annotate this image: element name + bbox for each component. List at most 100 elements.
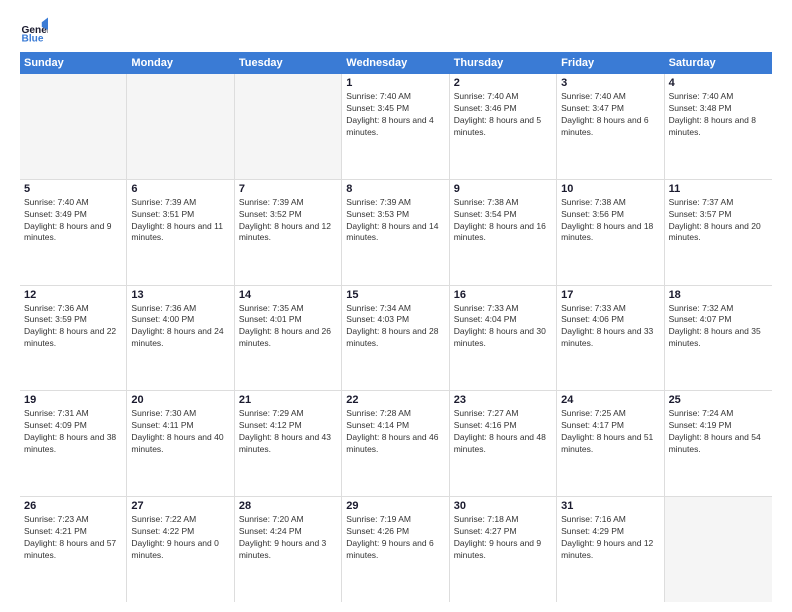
calendar-cell: 3 Sunrise: 7:40 AMSunset: 3:47 PMDaylight…	[557, 74, 664, 179]
cell-info: Sunrise: 7:36 AMSunset: 3:59 PMDaylight:…	[24, 303, 122, 351]
cell-info: Sunrise: 7:34 AMSunset: 4:03 PMDaylight:…	[346, 303, 444, 351]
cell-info: Sunrise: 7:39 AMSunset: 3:52 PMDaylight:…	[239, 197, 337, 245]
day-number: 10	[561, 183, 659, 195]
cell-info: Sunrise: 7:39 AMSunset: 3:53 PMDaylight:…	[346, 197, 444, 245]
calendar-cell: 16 Sunrise: 7:33 AMSunset: 4:04 PMDayligh…	[450, 286, 557, 391]
day-number: 7	[239, 183, 337, 195]
cell-info: Sunrise: 7:40 AMSunset: 3:45 PMDaylight:…	[346, 91, 444, 139]
cell-info: Sunrise: 7:39 AMSunset: 3:51 PMDaylight:…	[131, 197, 229, 245]
calendar-cell	[665, 497, 772, 602]
day-number: 9	[454, 183, 552, 195]
calendar-row: 5Sunrise: 7:40 AMSunset: 3:49 PMDaylight…	[20, 180, 772, 286]
calendar-cell: 12 Sunrise: 7:36 AMSunset: 3:59 PMDayligh…	[20, 286, 127, 391]
calendar-cell: 24Sunrise: 7:25 AMSunset: 4:17 PMDayligh…	[557, 391, 664, 496]
day-number: 31	[561, 500, 659, 512]
weekday-header: Sunday	[20, 52, 127, 74]
day-number: 15	[346, 289, 444, 301]
day-number: 23	[454, 394, 552, 406]
cell-info: Sunrise: 7:33 AMSunset: 4:04 PMDaylight:…	[454, 303, 552, 351]
calendar-cell	[20, 74, 127, 179]
calendar-cell: 21 Sunrise: 7:29 AMSunset: 4:12 PMDayligh…	[235, 391, 342, 496]
logo: General Blue	[20, 16, 52, 44]
day-number: 28	[239, 500, 337, 512]
day-number: 20	[131, 394, 229, 406]
calendar-cell: 30 Sunrise: 7:18 AMSunset: 4:27 PMDayligh…	[450, 497, 557, 602]
day-number: 11	[669, 183, 768, 195]
day-number: 24	[561, 394, 659, 406]
cell-info: Sunrise: 7:22 AMSunset: 4:22 PMDaylight:…	[131, 514, 229, 562]
weekday-header: Thursday	[450, 52, 557, 74]
calendar-cell: 17 Sunrise: 7:33 AMSunset: 4:06 PMDayligh…	[557, 286, 664, 391]
day-number: 4	[669, 77, 768, 89]
cell-info: Sunrise: 7:31 AMSunset: 4:09 PMDaylight:…	[24, 408, 122, 456]
calendar-cell: 20 Sunrise: 7:30 AMSunset: 4:11 PMDayligh…	[127, 391, 234, 496]
cell-info: Sunrise: 7:40 AMSunset: 3:47 PMDaylight:…	[561, 91, 659, 139]
calendar-cell: 18Sunrise: 7:32 AMSunset: 4:07 PMDayligh…	[665, 286, 772, 391]
cell-info: Sunrise: 7:18 AMSunset: 4:27 PMDaylight:…	[454, 514, 552, 562]
cell-info: Sunrise: 7:30 AMSunset: 4:11 PMDaylight:…	[131, 408, 229, 456]
calendar-row: 26 Sunrise: 7:23 AMSunset: 4:21 PMDayligh…	[20, 497, 772, 602]
calendar-cell: 26 Sunrise: 7:23 AMSunset: 4:21 PMDayligh…	[20, 497, 127, 602]
calendar-body: 1 Sunrise: 7:40 AMSunset: 3:45 PMDaylight…	[20, 74, 772, 602]
weekday-header: Friday	[557, 52, 664, 74]
calendar-cell: 1 Sunrise: 7:40 AMSunset: 3:45 PMDaylight…	[342, 74, 449, 179]
calendar: SundayMondayTuesdayWednesdayThursdayFrid…	[20, 52, 772, 602]
calendar-cell: 10 Sunrise: 7:38 AMSunset: 3:56 PMDayligh…	[557, 180, 664, 285]
calendar-cell: 25 Sunrise: 7:24 AMSunset: 4:19 PMDayligh…	[665, 391, 772, 496]
calendar-row: 12 Sunrise: 7:36 AMSunset: 3:59 PMDayligh…	[20, 286, 772, 392]
cell-info: Sunrise: 7:23 AMSunset: 4:21 PMDaylight:…	[24, 514, 122, 562]
cell-info: Sunrise: 7:29 AMSunset: 4:12 PMDaylight:…	[239, 408, 337, 456]
day-number: 30	[454, 500, 552, 512]
calendar-cell: 2Sunrise: 7:40 AMSunset: 3:46 PMDaylight…	[450, 74, 557, 179]
day-number: 3	[561, 77, 659, 89]
calendar-cell: 4 Sunrise: 7:40 AMSunset: 3:48 PMDaylight…	[665, 74, 772, 179]
calendar-cell	[127, 74, 234, 179]
cell-info: Sunrise: 7:27 AMSunset: 4:16 PMDaylight:…	[454, 408, 552, 456]
cell-info: Sunrise: 7:33 AMSunset: 4:06 PMDaylight:…	[561, 303, 659, 351]
calendar-cell: 23 Sunrise: 7:27 AMSunset: 4:16 PMDayligh…	[450, 391, 557, 496]
calendar-row: 19 Sunrise: 7:31 AMSunset: 4:09 PMDayligh…	[20, 391, 772, 497]
calendar-cell: 19 Sunrise: 7:31 AMSunset: 4:09 PMDayligh…	[20, 391, 127, 496]
day-number: 1	[346, 77, 444, 89]
weekday-header: Monday	[127, 52, 234, 74]
day-number: 27	[131, 500, 229, 512]
day-number: 13	[131, 289, 229, 301]
header: General Blue	[20, 16, 772, 44]
day-number: 17	[561, 289, 659, 301]
cell-info: Sunrise: 7:32 AMSunset: 4:07 PMDaylight:…	[669, 303, 768, 351]
calendar-row: 1 Sunrise: 7:40 AMSunset: 3:45 PMDaylight…	[20, 74, 772, 180]
calendar-cell: 22Sunrise: 7:28 AMSunset: 4:14 PMDayligh…	[342, 391, 449, 496]
day-number: 2	[454, 77, 552, 89]
day-number: 26	[24, 500, 122, 512]
weekday-header: Saturday	[665, 52, 772, 74]
calendar-cell: 5Sunrise: 7:40 AMSunset: 3:49 PMDaylight…	[20, 180, 127, 285]
cell-info: Sunrise: 7:24 AMSunset: 4:19 PMDaylight:…	[669, 408, 768, 456]
calendar-header: SundayMondayTuesdayWednesdayThursdayFrid…	[20, 52, 772, 74]
cell-info: Sunrise: 7:40 AMSunset: 3:48 PMDaylight:…	[669, 91, 768, 139]
day-number: 19	[24, 394, 122, 406]
calendar-cell: 13 Sunrise: 7:36 AMSunset: 4:00 PMDayligh…	[127, 286, 234, 391]
day-number: 8	[346, 183, 444, 195]
calendar-cell: 9Sunrise: 7:38 AMSunset: 3:54 PMDaylight…	[450, 180, 557, 285]
calendar-cell: 11Sunrise: 7:37 AMSunset: 3:57 PMDayligh…	[665, 180, 772, 285]
day-number: 12	[24, 289, 122, 301]
cell-info: Sunrise: 7:36 AMSunset: 4:00 PMDaylight:…	[131, 303, 229, 351]
day-number: 25	[669, 394, 768, 406]
calendar-cell: 7 Sunrise: 7:39 AMSunset: 3:52 PMDaylight…	[235, 180, 342, 285]
cell-info: Sunrise: 7:38 AMSunset: 3:56 PMDaylight:…	[561, 197, 659, 245]
day-number: 22	[346, 394, 444, 406]
day-number: 29	[346, 500, 444, 512]
cell-info: Sunrise: 7:35 AMSunset: 4:01 PMDaylight:…	[239, 303, 337, 351]
weekday-header: Wednesday	[342, 52, 449, 74]
calendar-cell: 8 Sunrise: 7:39 AMSunset: 3:53 PMDaylight…	[342, 180, 449, 285]
day-number: 21	[239, 394, 337, 406]
calendar-cell: 27 Sunrise: 7:22 AMSunset: 4:22 PMDayligh…	[127, 497, 234, 602]
day-number: 16	[454, 289, 552, 301]
page: General Blue SundayMondayTuesdayWednesda…	[0, 0, 792, 612]
logo-icon: General Blue	[20, 16, 48, 44]
cell-info: Sunrise: 7:19 AMSunset: 4:26 PMDaylight:…	[346, 514, 444, 562]
cell-info: Sunrise: 7:20 AMSunset: 4:24 PMDaylight:…	[239, 514, 337, 562]
cell-info: Sunrise: 7:40 AMSunset: 3:49 PMDaylight:…	[24, 197, 122, 245]
calendar-cell: 29 Sunrise: 7:19 AMSunset: 4:26 PMDayligh…	[342, 497, 449, 602]
calendar-cell: 15 Sunrise: 7:34 AMSunset: 4:03 PMDayligh…	[342, 286, 449, 391]
